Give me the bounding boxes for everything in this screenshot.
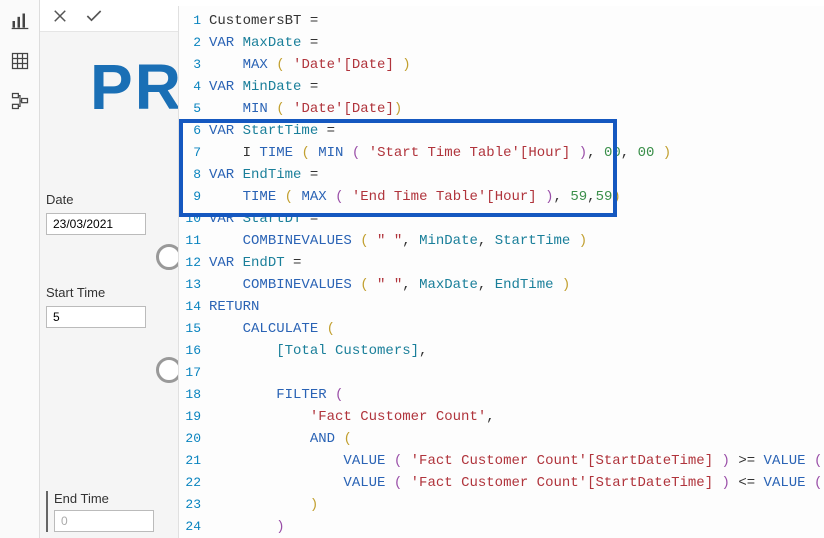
- line-number: 23: [183, 494, 209, 516]
- line-number: 8: [183, 164, 209, 186]
- tree-icon[interactable]: [9, 90, 31, 112]
- line-number: 24: [183, 516, 209, 538]
- bar-chart-icon[interactable]: [9, 10, 31, 32]
- line-number: 14: [183, 296, 209, 318]
- line-number: 17: [183, 362, 209, 384]
- line-number: 1: [183, 10, 209, 32]
- end-time-label: End Time: [54, 491, 109, 506]
- text-cursor-icon: I: [243, 145, 251, 161]
- line-number: 21: [183, 450, 209, 472]
- measure-name: CustomersBT: [209, 13, 301, 29]
- dax-editor[interactable]: 1CustomersBT = 2VAR MaxDate = 3 MAX ( 'D…: [178, 6, 824, 538]
- line-number: 7: [183, 142, 209, 164]
- start-time-field[interactable]: [46, 306, 146, 328]
- date-label: Date: [46, 192, 176, 207]
- grid-icon[interactable]: [9, 50, 31, 72]
- background-watermark: PR: [90, 50, 183, 124]
- check-icon[interactable]: [84, 6, 104, 26]
- line-number: 4: [183, 76, 209, 98]
- start-time-label: Start Time: [46, 285, 176, 300]
- line-number: 11: [183, 230, 209, 252]
- line-number: 16: [183, 340, 209, 362]
- line-number: 13: [183, 274, 209, 296]
- line-number: 22: [183, 472, 209, 494]
- line-number: 18: [183, 384, 209, 406]
- close-icon[interactable]: [50, 6, 70, 26]
- end-time-field[interactable]: [54, 510, 154, 532]
- line-number: 6: [183, 120, 209, 142]
- line-number: 5: [183, 98, 209, 120]
- line-number: 20: [183, 428, 209, 450]
- line-number: 2: [183, 32, 209, 54]
- date-field[interactable]: [46, 213, 146, 235]
- line-number: 12: [183, 252, 209, 274]
- view-rail: [0, 0, 40, 538]
- line-number: 15: [183, 318, 209, 340]
- line-number: 19: [183, 406, 209, 428]
- line-number: 3: [183, 54, 209, 76]
- line-number: 9: [183, 186, 209, 208]
- filter-panel: Date Start Time: [46, 192, 176, 328]
- line-number: 10: [183, 208, 209, 230]
- end-time-block: End Time: [46, 491, 176, 532]
